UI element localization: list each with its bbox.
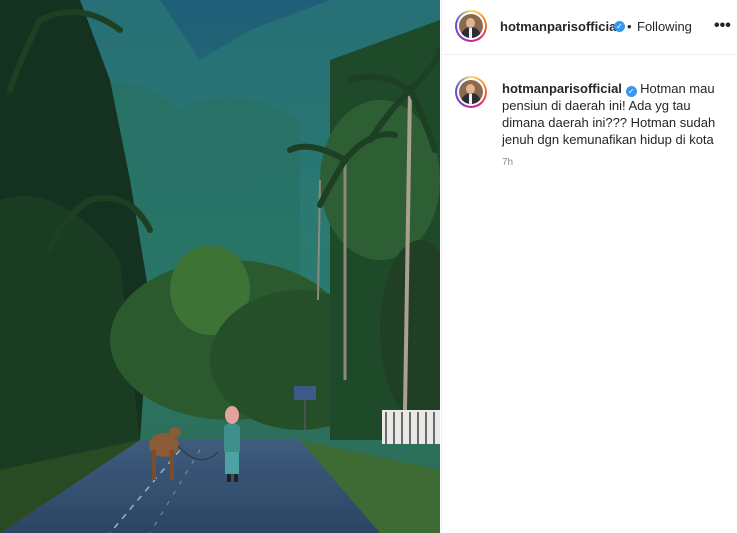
caption-avatar[interactable] — [455, 76, 487, 108]
post-details-panel: hotmanparisofficial ✓ • Following ••• ho… — [441, 0, 737, 533]
post-timestamp[interactable]: 7h — [502, 157, 513, 168]
separator-dot: • — [627, 19, 632, 34]
following-button[interactable]: Following — [637, 19, 692, 34]
avatar[interactable] — [455, 10, 487, 42]
post-caption: hotmanparisofficial ✓ Hotman mau pensiun… — [502, 80, 727, 148]
post-header: hotmanparisofficial ✓ • Following ••• — [442, 0, 737, 55]
caption-profile-picture — [459, 80, 483, 104]
more-options-icon[interactable]: ••• — [714, 17, 731, 35]
verified-badge-icon: ✓ — [614, 21, 625, 32]
caption-verified-badge-icon: ✓ — [625, 86, 637, 97]
post-author-username[interactable]: hotmanparisofficial — [500, 19, 620, 34]
profile-picture — [459, 14, 483, 38]
landscape-image — [0, 0, 440, 533]
post-photo[interactable] — [0, 0, 440, 533]
caption-username[interactable]: hotmanparisofficial — [502, 81, 622, 96]
